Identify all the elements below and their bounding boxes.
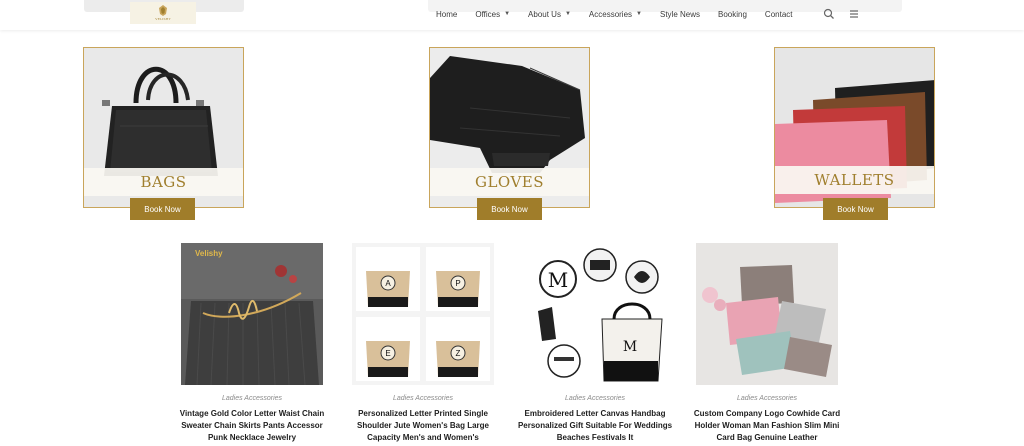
- svg-text:A: A: [385, 279, 391, 288]
- jute-bags-photo: A P E Z: [352, 243, 494, 385]
- image-watermark: Velishy: [195, 249, 223, 258]
- logo-text: VELISHY: [155, 17, 171, 21]
- book-now-button-wallets[interactable]: Book Now: [823, 198, 888, 220]
- svg-text:E: E: [385, 349, 390, 358]
- card-holders-photo: [696, 243, 838, 385]
- product-card: M M Ladies Accessories Embroidered Lette…: [518, 243, 672, 444]
- nav-label: About Us: [528, 9, 561, 19]
- product-image[interactable]: M M: [524, 243, 666, 385]
- menu-icon[interactable]: [847, 7, 861, 21]
- category-title-band: BAGS: [84, 168, 243, 196]
- chevron-down-icon: ▼: [504, 11, 511, 17]
- book-now-button-gloves[interactable]: Book Now: [477, 198, 542, 220]
- product-title[interactable]: Vintage Gold Color Letter Waist Chain Sw…: [172, 408, 332, 444]
- category-card-bags[interactable]: BAGS: [83, 47, 244, 208]
- nav-label: Home: [436, 9, 458, 19]
- nav-label: Booking: [718, 9, 747, 19]
- nav-accessories[interactable]: Accessories ▼: [589, 10, 642, 19]
- category-title-band: WALLETS: [775, 166, 934, 194]
- nav-contact[interactable]: Contact: [765, 10, 793, 19]
- product-title[interactable]: Embroidered Letter Canvas Handbag Person…: [515, 408, 675, 444]
- product-category[interactable]: Ladies Accessories: [181, 395, 323, 402]
- product-card: Velishy Ladies Accessories Vintage Gold …: [180, 243, 324, 444]
- nav-label: Accessories: [588, 9, 633, 19]
- product-category[interactable]: Ladies Accessories: [524, 395, 666, 402]
- nav-booking[interactable]: Booking: [718, 10, 747, 19]
- product-image[interactable]: Velishy: [181, 243, 323, 385]
- waist-chain-photo: [181, 243, 323, 385]
- nav-label: Offices: [475, 9, 501, 19]
- nav-about-us[interactable]: About Us ▼: [528, 10, 571, 19]
- nav-style-news[interactable]: Style News: [660, 10, 700, 19]
- svg-text:P: P: [455, 279, 460, 288]
- product-category[interactable]: Ladies Accessories: [696, 395, 838, 402]
- product-category[interactable]: Ladies Accessories: [352, 395, 494, 402]
- product-image[interactable]: [696, 243, 838, 385]
- category-title-band: GLOVES: [430, 168, 589, 196]
- category-title: WALLETS: [814, 171, 895, 189]
- svg-text:Z: Z: [456, 349, 461, 358]
- book-now-button-bags[interactable]: Book Now: [130, 198, 195, 220]
- nav-offices[interactable]: Offices ▼: [475, 10, 510, 19]
- chevron-down-icon: ▼: [636, 11, 642, 17]
- site-logo[interactable]: VELISHY: [130, 2, 196, 24]
- nav-label: Style News: [659, 9, 700, 19]
- main-nav: Home Offices ▼ About Us ▼ Accessories ▼ Sty…: [436, 0, 811, 28]
- category-title: GLOVES: [474, 173, 545, 191]
- product-title[interactable]: Personalized Letter Printed Single Shoul…: [343, 408, 503, 444]
- site-header: VELISHY Home Offices ▼ About Us ▼ Accessor…: [0, 0, 1024, 30]
- nav-label: Contact: [764, 9, 793, 19]
- canvas-handbag-photo: M M: [524, 243, 666, 385]
- nav-home[interactable]: Home: [436, 10, 457, 19]
- category-card-gloves[interactable]: GLOVES: [429, 47, 590, 208]
- search-icon[interactable]: [822, 7, 836, 21]
- product-title[interactable]: Custom Company Logo Cowhide Card Holder …: [687, 408, 847, 444]
- svg-text:M: M: [623, 339, 637, 355]
- chevron-down-icon: ▼: [564, 11, 571, 17]
- logo-crest-icon: [159, 5, 167, 16]
- product-card: Ladies Accessories Custom Company Logo C…: [694, 243, 840, 444]
- product-image[interactable]: A P E Z: [352, 243, 494, 385]
- category-card-wallets[interactable]: WALLETS: [774, 47, 935, 208]
- category-title: BAGS: [140, 173, 187, 191]
- product-card: A P E Z Ladies Accessories Personalized …: [352, 243, 494, 444]
- svg-text:M: M: [548, 268, 568, 292]
